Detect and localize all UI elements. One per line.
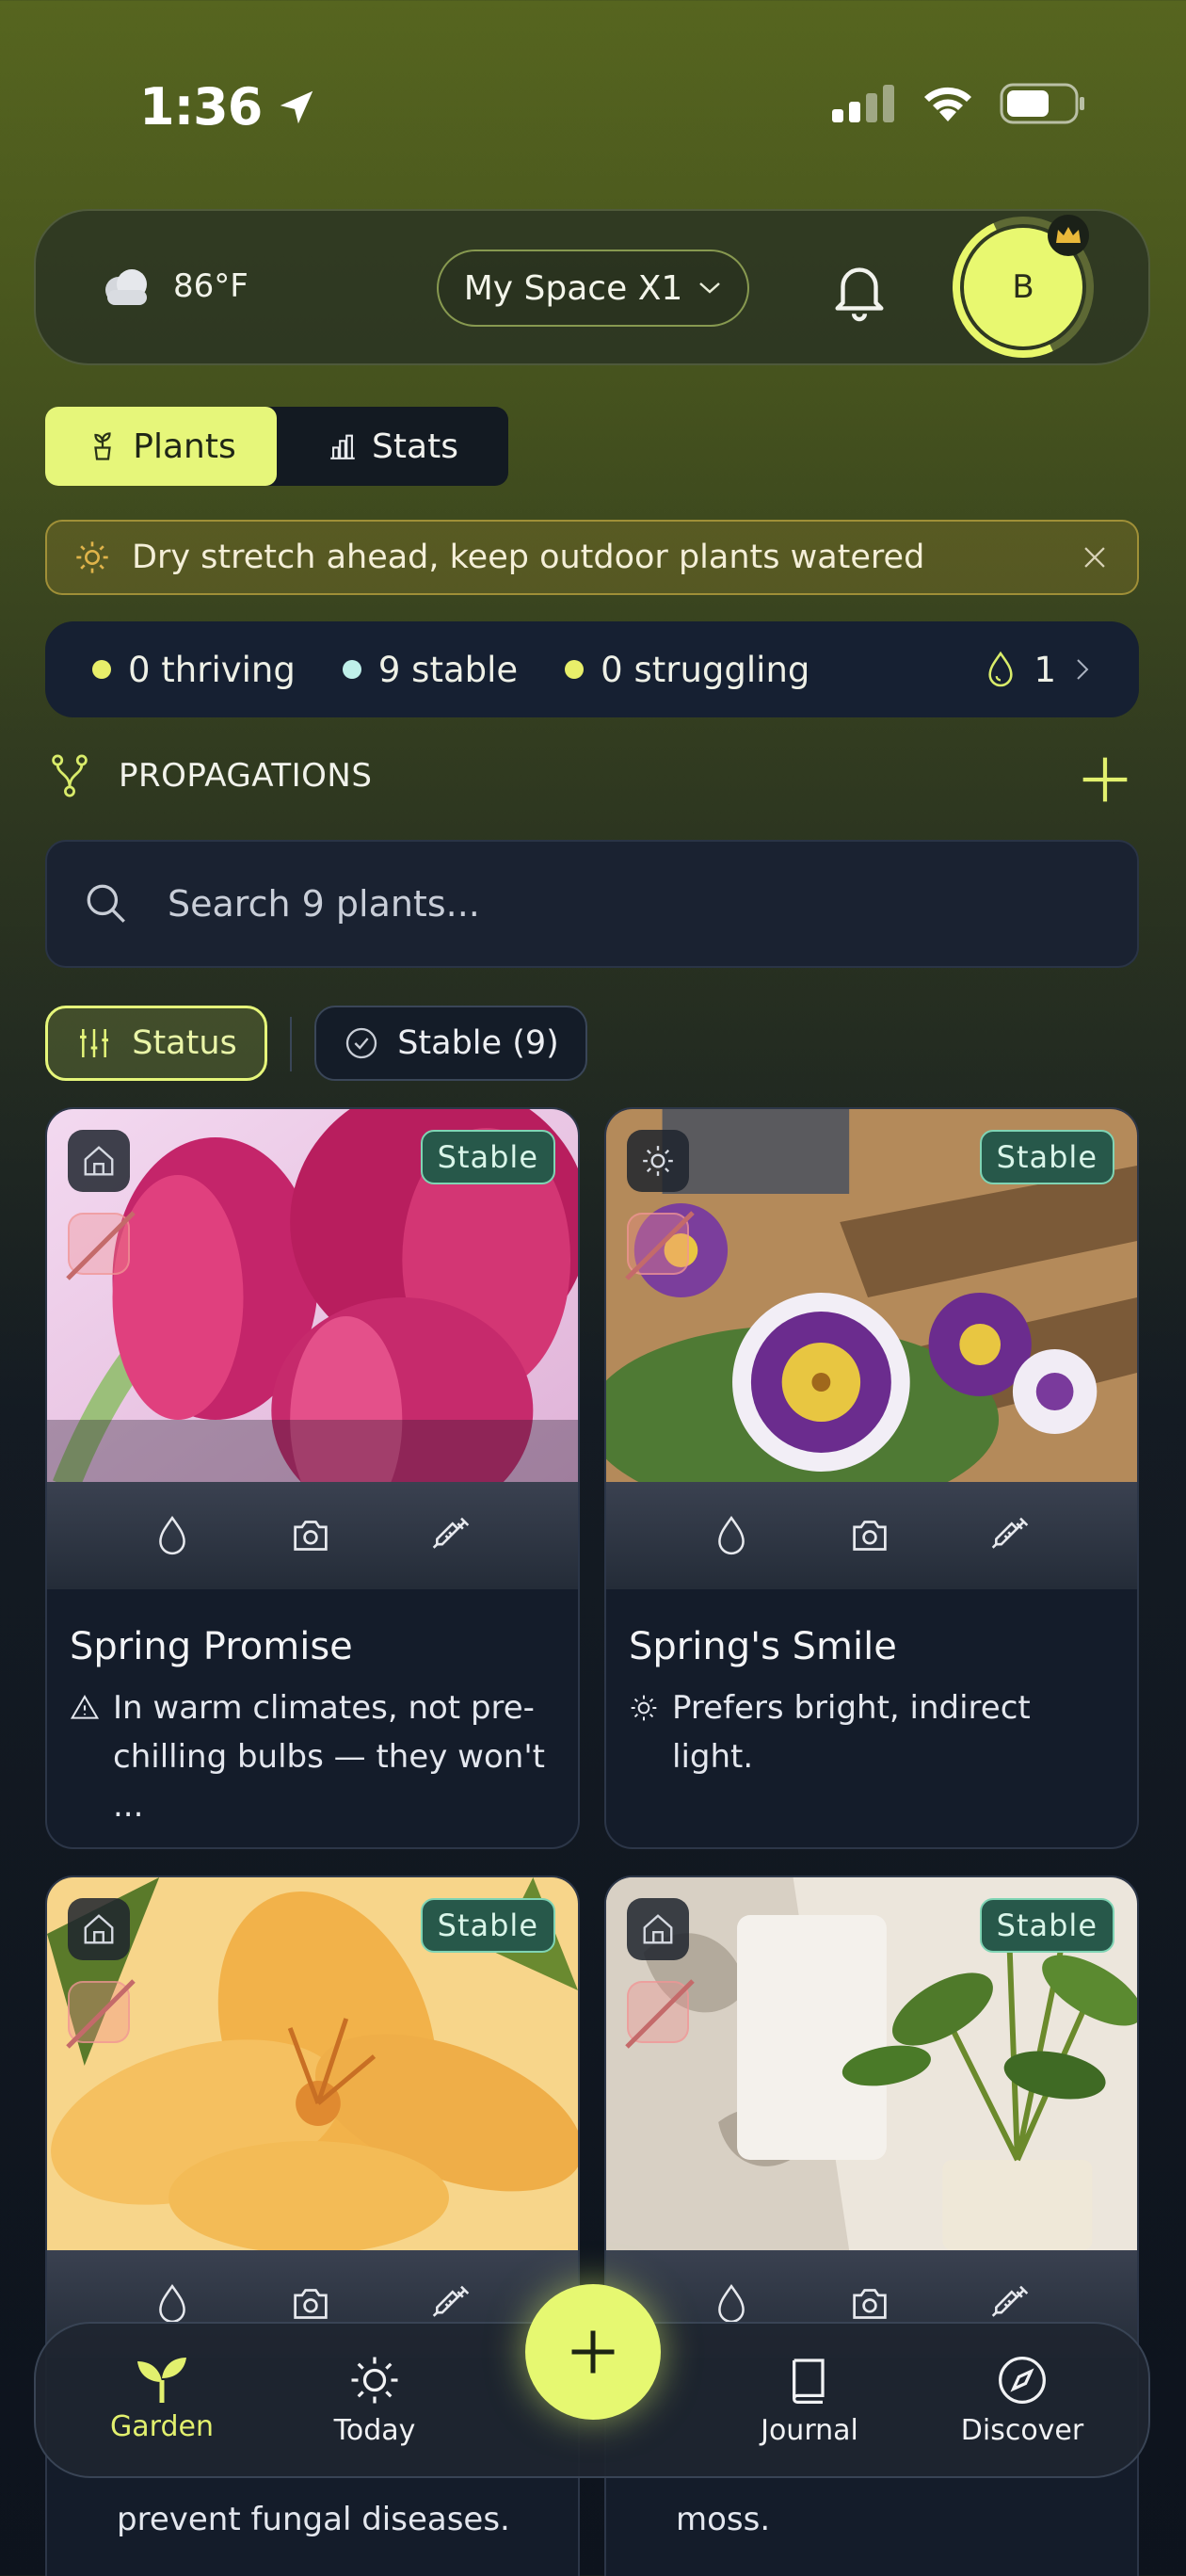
bar-chart-icon (330, 434, 355, 459)
propagation-icon (52, 754, 88, 797)
cellular-signal-icon (832, 85, 894, 122)
compass-icon (999, 2357, 1046, 2404)
sun-icon (631, 1695, 657, 1721)
thriving-dot (92, 660, 111, 679)
sun-icon (351, 2357, 398, 2404)
stable-dot (342, 660, 361, 679)
chevron-down-icon (699, 282, 721, 294)
pest-disabled-icon (66, 1979, 136, 2049)
fertilizer-syringe-icon[interactable] (989, 1515, 1031, 1556)
warning-icon (70, 1695, 100, 1719)
care-note-tail: moss. (676, 2501, 771, 2538)
fertilizer-syringe-icon[interactable] (989, 2283, 1031, 2325)
status-badge: Stable (979, 1898, 1114, 1953)
weather-alert-banner: Dry stretch ahead, keep outdoor plants w… (45, 520, 1139, 595)
nav-today[interactable]: Today (280, 2354, 469, 2447)
water-drop-icon[interactable] (153, 2283, 191, 2325)
plus-icon (571, 2330, 615, 2374)
plant-name: Spring Promise (70, 1625, 353, 1668)
home-icon (68, 1130, 130, 1192)
book-icon (793, 2359, 825, 2404)
pest-disabled-icon (625, 1211, 695, 1280)
plant-card[interactable]: Stable Spring's Smile Prefers bright, in… (604, 1107, 1139, 1849)
home-icon (68, 1898, 130, 1960)
status-filter-chip[interactable]: Status (45, 1006, 267, 1081)
fertilizer-syringe-icon[interactable] (430, 2283, 472, 2325)
chevron-right-icon (1077, 659, 1089, 680)
filter-divider (290, 1017, 292, 1071)
weather-widget[interactable]: 86°F (100, 266, 248, 307)
sun-icon (76, 541, 108, 573)
struggling-count: 0 struggling (565, 650, 809, 690)
struggling-dot (565, 660, 585, 679)
nav-journal[interactable]: Journal (715, 2354, 904, 2447)
fertilizer-syringe-icon[interactable] (430, 1515, 472, 1556)
thriving-count: 0 thriving (92, 650, 296, 690)
camera-icon[interactable] (290, 2285, 331, 2323)
bell-icon[interactable] (826, 256, 892, 322)
water-drop-icon (988, 651, 1014, 687)
wifi-icon (924, 87, 971, 121)
camera-icon[interactable] (290, 1517, 331, 1554)
tab-plants[interactable]: Plants (45, 407, 277, 486)
pest-disabled-icon (66, 1211, 136, 1280)
search-input[interactable] (168, 883, 1015, 925)
view-toggle: Plants Stats (45, 407, 508, 486)
propagations-header[interactable]: PROPAGATIONS (49, 753, 372, 798)
water-drop-icon[interactable] (713, 1515, 750, 1556)
status-icons (832, 83, 1086, 124)
banner-message: Dry stretch ahead, keep outdoor plants w… (132, 539, 925, 576)
status-time: 1:36 (139, 77, 318, 137)
pest-disabled-icon (625, 1979, 695, 2049)
close-icon[interactable] (1079, 541, 1111, 573)
cloud-icon (105, 269, 147, 305)
home-icon (627, 1898, 689, 1960)
care-note-tail: prevent fungal diseases. (117, 2501, 510, 2538)
card-actions (47, 1482, 578, 1589)
nav-discover[interactable]: Discover (928, 2354, 1116, 2447)
add-plant-button[interactable] (525, 2284, 661, 2420)
status-badge: Stable (420, 1130, 555, 1184)
space-label: My Space X1 (463, 268, 683, 308)
sliders-icon (80, 1029, 109, 1057)
care-note: Prefers bright, indirect light. (629, 1683, 1118, 1781)
plant-card[interactable]: Stable Spring Promise In warm climates, … (45, 1107, 580, 1849)
water-needs: 1 (985, 650, 1092, 690)
nav-garden[interactable]: Garden (68, 2354, 256, 2443)
check-circle-icon (346, 1027, 377, 1059)
stable-count: 9 stable (342, 650, 518, 690)
camera-icon[interactable] (849, 2285, 890, 2323)
propagations-label: PROPAGATIONS (119, 757, 373, 795)
card-actions (606, 1482, 1137, 1589)
sprout-icon (137, 2358, 186, 2403)
plant-status-summary[interactable]: 0 thriving 9 stable 0 struggling 1 (45, 621, 1139, 717)
battery-icon (1000, 83, 1084, 124)
camera-icon[interactable] (849, 1517, 890, 1554)
plant-name: Spring's Smile (629, 1625, 897, 1668)
temperature-text: 86°F (173, 267, 248, 305)
water-drop-icon[interactable] (713, 2283, 750, 2325)
plant-pot-icon (94, 432, 112, 460)
water-drop-icon[interactable] (153, 1515, 191, 1556)
care-note: In warm climates, not pre-chilling bulbs… (70, 1683, 559, 1830)
tab-stats[interactable]: Stats (277, 407, 508, 486)
sun-icon (627, 1130, 689, 1192)
status-badge: Stable (420, 1898, 555, 1953)
stable-filter-chip[interactable]: Stable (9) (314, 1006, 587, 1081)
add-propagation-icon[interactable] (1079, 753, 1131, 806)
space-selector[interactable]: My Space X1 (437, 250, 749, 327)
search-bar (45, 840, 1139, 968)
location-arrow-icon (280, 90, 313, 123)
search-icon (87, 884, 125, 923)
status-badge: Stable (979, 1130, 1114, 1184)
crown-icon (1048, 215, 1089, 256)
